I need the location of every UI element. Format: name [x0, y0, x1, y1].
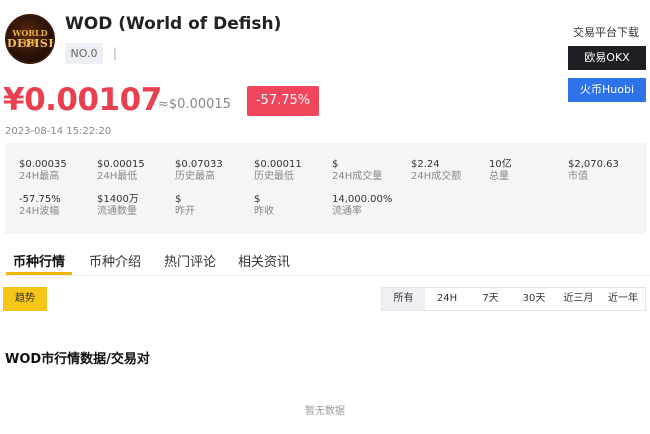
stat-label: 流通率 [332, 206, 362, 217]
stat-value: $ [175, 194, 182, 205]
coin-logo: WORLD OF DEFISH [5, 14, 55, 64]
stat-value: $1400万 [97, 194, 139, 205]
stats-panel: $0.00035 24H最高 $0.00015 24H最低 $0.07033 历… [5, 143, 646, 234]
stat-label: 昨收 [254, 206, 274, 217]
stat-value: $2.24 [411, 159, 440, 170]
stat-label: 24H成交量 [332, 171, 383, 182]
range-7d[interactable]: 7天 [469, 288, 512, 310]
stat-value: $0.00011 [254, 159, 302, 170]
stat-total-supply: 10亿 总量 [489, 159, 512, 183]
stat-label: 昨开 [175, 206, 195, 217]
range-30d[interactable]: 30天 [512, 288, 556, 310]
range-24h[interactable]: 24H [425, 288, 469, 310]
stat-24h-low: $0.00015 24H最低 [97, 159, 145, 183]
stat-value: $ [254, 194, 261, 205]
price-timestamp: 2023-08-14 15:22:20 [5, 126, 112, 137]
range-1y[interactable]: 近一年 [601, 288, 645, 310]
header-separator: | [113, 46, 118, 60]
tab-intro[interactable]: 币种介绍 [89, 251, 141, 270]
tab-divider [0, 275, 650, 276]
stat-circulating-supply: $1400万 流通数量 [97, 194, 139, 218]
stat-label: 流通数量 [97, 206, 137, 217]
stat-ath: $0.07033 历史最高 [175, 159, 223, 183]
okx-download-button[interactable]: 欧易OKX [568, 46, 646, 70]
stat-24h-amplitude: -57.75% 24H波幅 [19, 194, 61, 218]
price-cny: ¥0.00107 [3, 82, 162, 118]
stat-label: 市值 [568, 171, 588, 182]
huobi-download-button[interactable]: 火币Huobi [568, 78, 646, 102]
stat-value: $ [332, 159, 339, 170]
stat-24h-turnover: $2.24 24H成交额 [411, 159, 461, 183]
empty-state-text: 暂无数据 [305, 406, 345, 417]
trend-button[interactable]: 趋势 [3, 287, 47, 311]
stat-prev-close: $ 昨收 [254, 194, 274, 218]
stat-circulation-rate: 14,000.00% 流通率 [332, 194, 392, 218]
stat-label: 总量 [489, 171, 509, 182]
stat-label: 历史最低 [254, 171, 294, 182]
stat-label: 24H最高 [19, 171, 60, 182]
price-usd: ≈$0.00015 [158, 97, 231, 112]
section-title: WOD市行情数据/交易对 [5, 352, 150, 367]
tab-news[interactable]: 相关资讯 [238, 251, 290, 270]
stat-label: 历史最高 [175, 171, 215, 182]
range-all[interactable]: 所有 [382, 288, 425, 310]
stat-value: $0.00015 [97, 159, 145, 170]
rank-badge: NO.0 [65, 43, 103, 64]
download-title: 交易平台下载 [573, 26, 639, 39]
range-3m[interactable]: 近三月 [556, 288, 601, 310]
stat-prev-open: $ 昨开 [175, 194, 195, 218]
stat-market-cap: $2,070.63 市值 [568, 159, 619, 183]
coin-title: WOD (World of Defish) [65, 14, 282, 34]
tab-market[interactable]: 币种行情 [13, 251, 65, 270]
stat-value: $0.07033 [175, 159, 223, 170]
stat-atl: $0.00011 历史最低 [254, 159, 302, 183]
tab-bar: 币种行情 币种介绍 热门评论 相关资讯 [0, 251, 650, 275]
stat-value: 10亿 [489, 159, 512, 170]
stat-label: 24H最低 [97, 171, 138, 182]
logo-text-bottom: DEFISH [7, 37, 55, 50]
stat-label: 24H波幅 [19, 206, 60, 217]
stat-24h-volume: $ 24H成交量 [332, 159, 382, 183]
stat-value: -57.75% [19, 194, 61, 205]
stat-value: 14,000.00% [332, 194, 393, 205]
stat-label: 24H成交额 [411, 171, 462, 182]
stat-24h-high: $0.00035 24H最高 [19, 159, 67, 183]
time-range-selector: 所有 24H 7天 30天 近三月 近一年 [381, 287, 646, 311]
stat-value: $0.00035 [19, 159, 67, 170]
stat-value: $2,070.63 [568, 159, 619, 170]
tab-comments[interactable]: 热门评论 [164, 251, 216, 270]
change-badge: -57.75% [247, 86, 319, 116]
